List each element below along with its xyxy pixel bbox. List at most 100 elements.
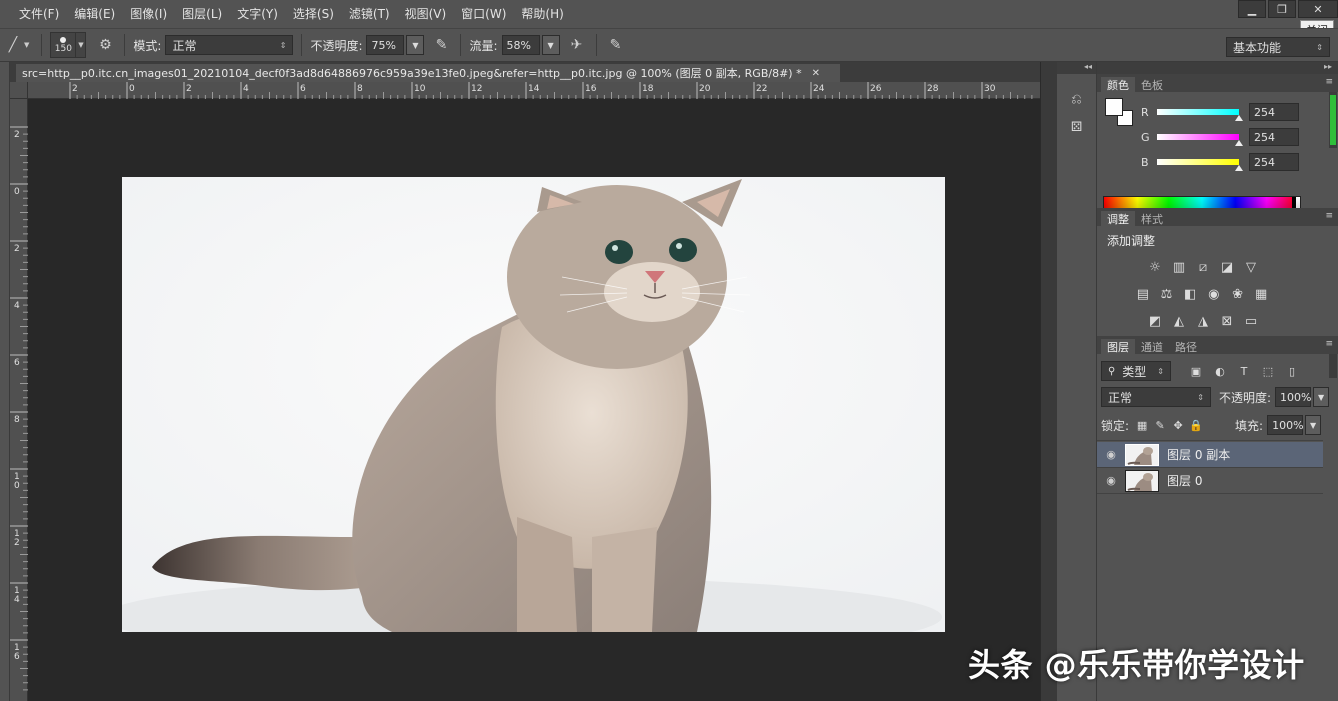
filter-smart-object-icon[interactable]: ▯ (1283, 362, 1301, 380)
hue-saturation-icon[interactable]: ▤ (1131, 284, 1155, 306)
layer-opacity-field[interactable]: 100% (1275, 387, 1312, 407)
panel-menu-icon[interactable]: ≡ (1325, 211, 1333, 221)
scroll-thumb[interactable] (1330, 95, 1336, 145)
foreground-color-swatch[interactable] (1105, 98, 1123, 116)
document-image[interactable] (122, 177, 945, 632)
channel-r-value[interactable]: 254 (1249, 103, 1299, 121)
opacity-field[interactable]: 75% (366, 35, 405, 55)
document-scrollbar[interactable] (1040, 62, 1056, 701)
airbrush-icon[interactable]: ✈ (566, 34, 588, 56)
mode-label: 模式: (133, 38, 162, 53)
close-document-icon[interactable]: ✕ (812, 68, 820, 79)
tab-adjustments[interactable]: 调整 (1101, 211, 1135, 226)
color-lookup-icon[interactable]: ▦ (1249, 284, 1273, 306)
layer-name[interactable]: 图层 0 (1167, 472, 1202, 489)
channel-r-slider[interactable] (1157, 109, 1243, 121)
vibrance-icon[interactable]: ▽ (1239, 257, 1263, 279)
menu-help[interactable]: 帮助(H) (516, 0, 573, 28)
mode-select[interactable]: 正常 ⇕ (165, 35, 294, 55)
history-panel-icon[interactable]: ⎌ (1063, 88, 1091, 110)
channel-b-slider[interactable] (1157, 159, 1243, 171)
lock-position-icon[interactable]: ✥ (1169, 416, 1187, 434)
fill-dropdown[interactable]: ▼ (1305, 415, 1322, 435)
lock-image-icon[interactable]: ✎ (1151, 416, 1169, 434)
threshold-icon[interactable]: ◮ (1191, 311, 1215, 333)
adjustment-row-1: ☼ ▥ ⧄ ◪ ▽ (1143, 254, 1273, 281)
gradient-map-icon[interactable]: ▭ (1239, 311, 1263, 333)
brush-preset-picker[interactable]: 150 ▼ (50, 32, 87, 58)
eye-icon[interactable]: ◉ (1097, 474, 1125, 487)
menu-edit[interactable]: 编辑(E) (69, 0, 125, 28)
tab-layers[interactable]: 图层 (1101, 339, 1135, 354)
channel-mixer-icon[interactable]: ❀ (1226, 284, 1250, 306)
filter-shape-icon[interactable]: ⬚ (1259, 362, 1277, 380)
menu-layer[interactable]: 图层(L) (177, 0, 232, 28)
properties-panel-icon[interactable]: ⚄ (1063, 116, 1091, 138)
tab-swatches[interactable]: 色板 (1135, 77, 1169, 92)
panel-menu-icon[interactable]: ≡ (1325, 339, 1333, 349)
invert-icon[interactable]: ◩ (1143, 311, 1167, 333)
tool-preset-arrow-icon[interactable]: ▼ (24, 41, 29, 49)
ruler-label: 2 (186, 84, 192, 94)
expand-dock-icon[interactable]: ◂◂ (1057, 62, 1096, 74)
curves-icon[interactable]: ⧄ (1191, 257, 1215, 279)
black-white-icon[interactable]: ◧ (1178, 284, 1202, 306)
slider-thumb-icon[interactable] (1234, 140, 1243, 146)
exposure-icon[interactable]: ◪ (1215, 257, 1239, 279)
menu-file[interactable]: 文件(F) (14, 0, 69, 28)
channel-g-value[interactable]: 254 (1249, 128, 1299, 146)
layer-filter-select[interactable]: ⚲ 类型 ⇕ (1101, 361, 1171, 381)
selective-color-icon[interactable]: ⊠ (1215, 311, 1239, 333)
layer-item-copy[interactable]: ◉ 图层 0 副本 (1097, 442, 1323, 468)
pressure-size-icon[interactable]: ✎ (605, 34, 627, 56)
filter-type-icon[interactable]: T (1235, 362, 1253, 380)
posterize-icon[interactable]: ◭ (1167, 311, 1191, 333)
panel-scrollbar[interactable] (1329, 92, 1337, 148)
lock-transparent-icon[interactable]: ▦ (1133, 416, 1151, 434)
fill-field[interactable]: 100% (1267, 415, 1304, 435)
panel-menu-icon[interactable]: ≡ (1325, 77, 1333, 87)
layer-opacity-dropdown[interactable]: ▼ (1313, 387, 1330, 407)
minimize-button[interactable]: ▁ (1238, 0, 1266, 18)
layer-item-base[interactable]: ◉ 图层 0 (1097, 468, 1323, 494)
vertical-ruler[interactable]: 20246810121416 (10, 99, 28, 701)
brush-tool-icon[interactable]: ╱ (2, 34, 24, 56)
menu-image[interactable]: 图像(I) (125, 0, 177, 28)
tab-paths[interactable]: 路径 (1169, 339, 1203, 354)
slider-thumb-icon[interactable] (1234, 165, 1243, 171)
levels-icon[interactable]: ▥ (1167, 257, 1191, 279)
photo-filter-icon[interactable]: ◉ (1202, 284, 1226, 306)
filter-adjustment-icon[interactable]: ◐ (1211, 362, 1229, 380)
menu-filter[interactable]: 滤镜(T) (344, 0, 400, 28)
brightness-icon[interactable]: ☼ (1143, 257, 1167, 279)
channel-g-slider[interactable] (1157, 134, 1243, 146)
flow-dropdown-button[interactable]: ▼ (541, 35, 560, 55)
tab-channels[interactable]: 通道 (1135, 339, 1169, 354)
channel-b-value[interactable]: 254 (1249, 153, 1299, 171)
blend-mode-select[interactable]: 正常 ⇕ (1101, 387, 1211, 407)
menu-type[interactable]: 文字(Y) (232, 0, 288, 28)
pressure-opacity-icon[interactable]: ✎ (430, 34, 452, 56)
close-button[interactable]: ✕ (1298, 0, 1338, 18)
brush-panel-toggle-icon[interactable]: ⚙ (94, 34, 116, 56)
color-balance-icon[interactable]: ⚖ (1155, 284, 1179, 306)
flow-field[interactable]: 58% (501, 35, 540, 55)
restore-button[interactable]: ❐ (1268, 0, 1296, 18)
eye-icon[interactable]: ◉ (1097, 448, 1125, 461)
filter-pixel-icon[interactable]: ▣ (1187, 362, 1205, 380)
menu-select[interactable]: 选择(S) (288, 0, 344, 28)
opacity-dropdown-button[interactable]: ▼ (406, 35, 425, 55)
menu-window[interactable]: 窗口(W) (456, 0, 516, 28)
layer-name[interactable]: 图层 0 副本 (1167, 446, 1230, 463)
menu-view[interactable]: 视图(V) (400, 0, 457, 28)
tab-styles[interactable]: 样式 (1135, 211, 1169, 226)
tab-color[interactable]: 颜色 (1101, 77, 1135, 92)
lock-all-icon[interactable]: 🔒 (1187, 416, 1205, 434)
filter-toggle[interactable] (1329, 354, 1337, 378)
slider-thumb-icon[interactable] (1234, 115, 1243, 121)
workspace-switcher[interactable]: 基本功能 ⇕ (1226, 37, 1330, 57)
horizontal-ruler[interactable]: 2 0 2 4 6 8 10 12 14 16 18 20 22 24 26 28 30 (28, 82, 1040, 99)
ruler-origin[interactable] (10, 82, 28, 99)
document-tab[interactable]: src=http__p0.itc.cn_images01_20210104_de… (16, 64, 840, 82)
collapse-dock-icon[interactable]: ▸▸ (1097, 62, 1338, 74)
